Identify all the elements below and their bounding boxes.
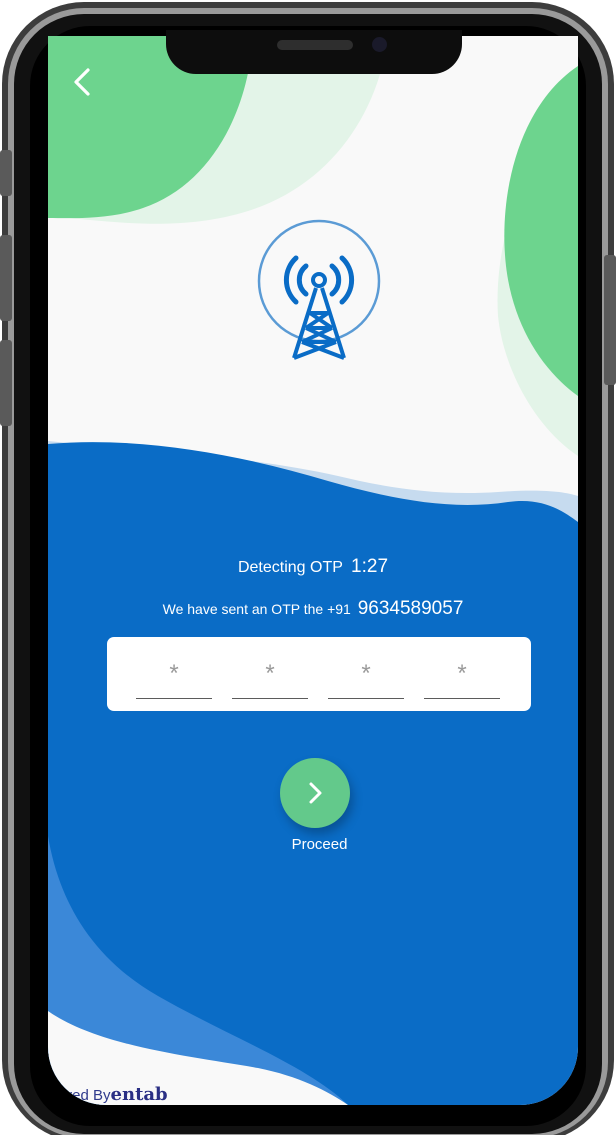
sent-label: We have sent an OTP the +91 — [162, 601, 351, 617]
back-button[interactable] — [66, 64, 102, 100]
detecting-otp-text: Detecting OTP 1:27 — [48, 556, 578, 578]
phone-number: 9634589057 — [357, 598, 464, 619]
otp-input-box: * * * * — [107, 637, 531, 711]
otp-timer: 1:27 — [351, 556, 389, 577]
proceed-label: Proceed — [291, 836, 348, 853]
otp-digit-3[interactable]: * — [328, 654, 404, 699]
phone-notch — [166, 30, 462, 74]
otp-sent-text: We have sent an OTP the +91 9634589057 — [48, 598, 578, 620]
proceed-button[interactable] — [280, 758, 350, 828]
otp-digit-4[interactable]: * — [424, 654, 500, 699]
front-camera — [372, 37, 387, 52]
entab-logo: entab — [110, 1084, 168, 1105]
powered-by-label: wered By — [48, 1087, 111, 1104]
otp-digit-1[interactable]: * — [136, 654, 212, 699]
detecting-label: Detecting OTP — [237, 559, 343, 576]
chevron-right-icon — [309, 782, 322, 804]
chevron-left-icon — [74, 68, 90, 96]
speaker-grille — [277, 40, 353, 50]
otp-screen: Detecting OTP 1:27 We have sent an OTP t… — [48, 36, 578, 1105]
otp-digit-2[interactable]: * — [232, 654, 308, 699]
signal-tower-icon — [257, 219, 381, 360]
powered-by: wered Byentab — [48, 1084, 168, 1105]
